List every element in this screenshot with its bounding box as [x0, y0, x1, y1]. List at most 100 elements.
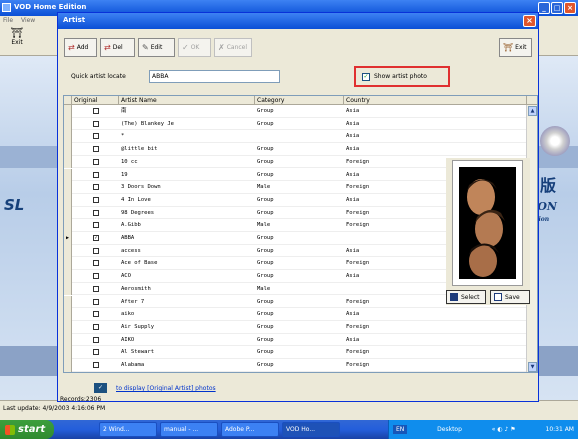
- row-indicator: ▶: [64, 232, 72, 245]
- header-original[interactable]: Original: [72, 96, 119, 105]
- cell-category: Group: [257, 349, 274, 356]
- taskbar-item[interactable]: VOD Ho...: [282, 422, 340, 437]
- cell-category: Group: [257, 336, 274, 343]
- language-indicator[interactable]: EN: [393, 425, 408, 434]
- row-indicator: [64, 130, 72, 144]
- cell-country: Foreign: [346, 184, 370, 191]
- cell-artist-name: 98 Degrees: [121, 209, 155, 216]
- row-indicator: [64, 295, 72, 309]
- table-row[interactable]: (The) Blankey Je Group Asia: [64, 117, 527, 131]
- ok-label: OK: [190, 44, 200, 51]
- cell-category: Group: [257, 323, 274, 330]
- ok-button[interactable]: ✓ OK: [178, 38, 211, 57]
- scroll-up-icon[interactable]: ▲: [528, 106, 537, 116]
- original-checkbox[interactable]: [93, 323, 99, 330]
- original-checkbox[interactable]: [93, 171, 99, 178]
- original-checkbox[interactable]: [93, 222, 99, 229]
- taskbar: start 2 Wind... manual - ... Adobe P... …: [0, 420, 578, 439]
- original-checkbox[interactable]: [93, 298, 99, 305]
- original-photo-link[interactable]: to display [Original Artist] photos: [116, 385, 216, 392]
- close-button[interactable]: ×: [564, 2, 576, 14]
- cell-category: Male: [257, 184, 271, 191]
- table-row[interactable]: aiko Group Asia: [64, 308, 527, 321]
- original-checkbox[interactable]: [93, 336, 99, 343]
- original-checkbox[interactable]: [93, 146, 99, 153]
- background-menubar: File View: [0, 16, 60, 26]
- windows-icon: [5, 424, 15, 435]
- quick-locate-input[interactable]: [149, 70, 280, 83]
- show-photo-toggle[interactable]: ✓ Show artist photo: [354, 66, 450, 87]
- original-checkbox[interactable]: [93, 209, 99, 216]
- original-checkbox[interactable]: [93, 349, 99, 356]
- menu-view[interactable]: View: [21, 17, 35, 24]
- table-row[interactable]: Air Supply Group Foreign: [64, 320, 527, 334]
- table-row[interactable]: 南 Group Asia: [64, 105, 527, 118]
- header-artist-name[interactable]: Artist Name: [119, 96, 255, 105]
- original-checkbox[interactable]: [93, 133, 99, 140]
- check-icon: ✓: [182, 43, 189, 52]
- original-checkbox[interactable]: [93, 158, 99, 165]
- original-checkbox[interactable]: [93, 285, 99, 292]
- exit-button[interactable]: ⛩ Exit: [499, 38, 532, 57]
- original-checkbox[interactable]: [93, 184, 99, 191]
- cell-category: Group: [257, 247, 274, 254]
- select-photo-button[interactable]: Select: [446, 290, 486, 304]
- edit-label: Edit: [150, 44, 163, 51]
- save-photo-button[interactable]: Save: [490, 290, 530, 304]
- scroll-down-icon[interactable]: ▼: [528, 362, 537, 372]
- start-label: start: [18, 424, 46, 435]
- cell-country: Asia: [346, 133, 360, 140]
- minimize-button[interactable]: _: [538, 2, 550, 14]
- cell-country: Foreign: [346, 362, 370, 368]
- original-checkbox[interactable]: [93, 120, 99, 127]
- cell-country: Asia: [346, 336, 360, 343]
- dialog-title: Artist: [63, 16, 86, 24]
- cell-category: Group: [257, 311, 274, 318]
- desktop-toolbar[interactable]: Desktop: [437, 426, 462, 433]
- original-photo-checkbox[interactable]: ✓: [94, 383, 107, 393]
- original-checkbox[interactable]: ✓: [93, 235, 99, 241]
- delete-button[interactable]: ⇄ Del: [100, 38, 135, 57]
- menu-file[interactable]: File: [3, 17, 13, 24]
- original-checkbox[interactable]: [93, 108, 99, 114]
- cancel-label: Cancel: [226, 44, 248, 51]
- table-row[interactable]: Al Stewart Group Foreign: [64, 346, 527, 359]
- original-checkbox[interactable]: [93, 196, 99, 203]
- show-photo-checkbox[interactable]: ✓: [362, 72, 370, 81]
- cell-country: Foreign: [346, 222, 370, 229]
- dialog-close-button[interactable]: ×: [523, 15, 536, 27]
- exit-icon: ⛩: [10, 28, 24, 39]
- original-checkbox[interactable]: [93, 311, 99, 318]
- table-row[interactable]: AIKO Group Asia: [64, 333, 527, 347]
- table-row[interactable]: Alabama Group Foreign: [64, 359, 527, 372]
- table-row[interactable]: @little bit Group Asia: [64, 143, 527, 156]
- row-indicator: [64, 282, 72, 296]
- table-row[interactable]: * Asia: [64, 130, 527, 144]
- cell-category: Group: [257, 158, 274, 165]
- background-title: VOD Home Edition: [14, 3, 87, 11]
- start-button[interactable]: start: [0, 420, 54, 439]
- add-button[interactable]: ⇄ Add: [64, 38, 97, 57]
- edit-button[interactable]: ✎ Edit: [138, 38, 175, 57]
- taskbar-item[interactable]: 2 Wind...: [99, 422, 157, 437]
- row-indicator: [64, 219, 72, 232]
- taskbar-item[interactable]: manual - ...: [160, 422, 218, 437]
- cell-country: [344, 232, 444, 245]
- original-checkbox[interactable]: [93, 260, 99, 267]
- maximize-button[interactable]: □: [551, 2, 563, 14]
- cell-category: Group: [257, 209, 274, 216]
- select-icon: [450, 293, 458, 301]
- background-exit-button[interactable]: ⛩ Exit: [2, 28, 32, 54]
- original-checkbox[interactable]: [93, 273, 99, 280]
- cell-category: [255, 130, 343, 143]
- taskbar-item[interactable]: Adobe P...: [221, 422, 279, 437]
- header-category[interactable]: Category: [255, 96, 344, 105]
- header-country[interactable]: Country: [344, 96, 527, 105]
- cell-country: Asia: [346, 273, 360, 280]
- cancel-button[interactable]: ✗ Cancel: [214, 38, 252, 57]
- exit-label: Exit: [515, 44, 527, 51]
- original-checkbox[interactable]: [93, 362, 99, 368]
- cell-country: Foreign: [346, 298, 370, 305]
- cell-category: Group: [257, 196, 274, 203]
- original-checkbox[interactable]: [93, 247, 99, 254]
